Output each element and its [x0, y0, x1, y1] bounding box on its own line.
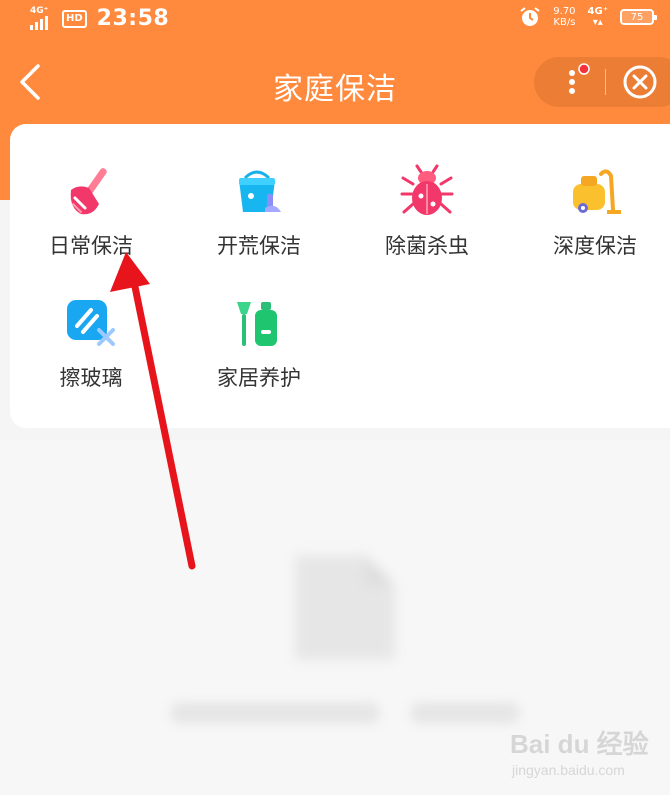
speed-value: 9.70 [553, 6, 576, 17]
bucket-icon [231, 164, 287, 220]
service-item-pioneer-cleaning[interactable]: 开荒保洁 [184, 124, 334, 258]
broom-icon [63, 164, 119, 220]
service-item-home-care[interactable]: 家居养护 [184, 258, 334, 390]
baidu-jingyan-watermark: Bai du 经验 jingyan.baidu.com [490, 722, 665, 784]
network-speed: 9.70 KB/s [553, 6, 575, 28]
capsule-divider [605, 69, 606, 95]
close-button[interactable] [622, 64, 658, 100]
alarm-icon [519, 6, 541, 28]
service-item-daily-cleaning[interactable]: 日常保洁 [16, 124, 166, 258]
service-label: 日常保洁 [49, 234, 133, 258]
bug-icon [399, 164, 455, 220]
placeholder-text-line [410, 702, 520, 724]
nav-bar: 家庭保洁 [0, 50, 670, 114]
more-dots-icon [569, 63, 590, 94]
placeholder-text-line [170, 702, 380, 724]
status-left: 4G⁺ HD 23:58 [28, 6, 169, 31]
more-button[interactable] [560, 62, 604, 102]
watermark-url: jingyan.baidu.com [512, 762, 625, 778]
vacuum-icon [567, 164, 623, 220]
window-wipe-icon [63, 296, 119, 352]
close-circle-icon [623, 65, 657, 99]
service-label: 深度保洁 [553, 234, 637, 258]
service-label: 家居养护 [217, 366, 301, 390]
watermark-logo: Bai du 经验 [510, 729, 649, 759]
service-item-disinfection[interactable]: 除菌杀虫 [352, 124, 502, 258]
document-placeholder-icon [295, 555, 395, 660]
service-item-window-cleaning[interactable]: 擦玻璃 [16, 258, 166, 390]
service-item-deep-cleaning[interactable]: 深度保洁 [520, 124, 670, 258]
service-label: 擦玻璃 [59, 366, 123, 390]
service-label: 开荒保洁 [217, 234, 301, 258]
network-type-left: 4G⁺ [30, 5, 49, 16]
speed-unit: KB/s [553, 17, 576, 28]
status-bar: 4G⁺ HD 23:58 9.70 KB/s 4G⁺ ▾▴ 75 [0, 0, 670, 38]
service-label: 除菌杀虫 [385, 234, 469, 258]
service-category-card: 日常保洁 开荒保洁 除菌杀虫 深度保洁 擦玻璃 家居养护 [10, 124, 670, 428]
clock: 23:58 [96, 6, 170, 31]
care-bottle-icon [231, 296, 287, 352]
hd-badge: HD [62, 9, 87, 28]
mini-program-capsule [534, 57, 670, 107]
battery-level: 75 [630, 11, 644, 23]
data-arrows-icon: ▾▴ [592, 17, 603, 28]
network-type-right-label: 4G⁺ [587, 6, 608, 17]
battery-icon: 75 [620, 9, 657, 25]
signal-icon: 4G⁺ [28, 5, 52, 30]
network-type-right: 4G⁺ ▾▴ [588, 6, 608, 28]
status-right: 9.70 KB/s 4G⁺ ▾▴ 75 [519, 6, 657, 28]
